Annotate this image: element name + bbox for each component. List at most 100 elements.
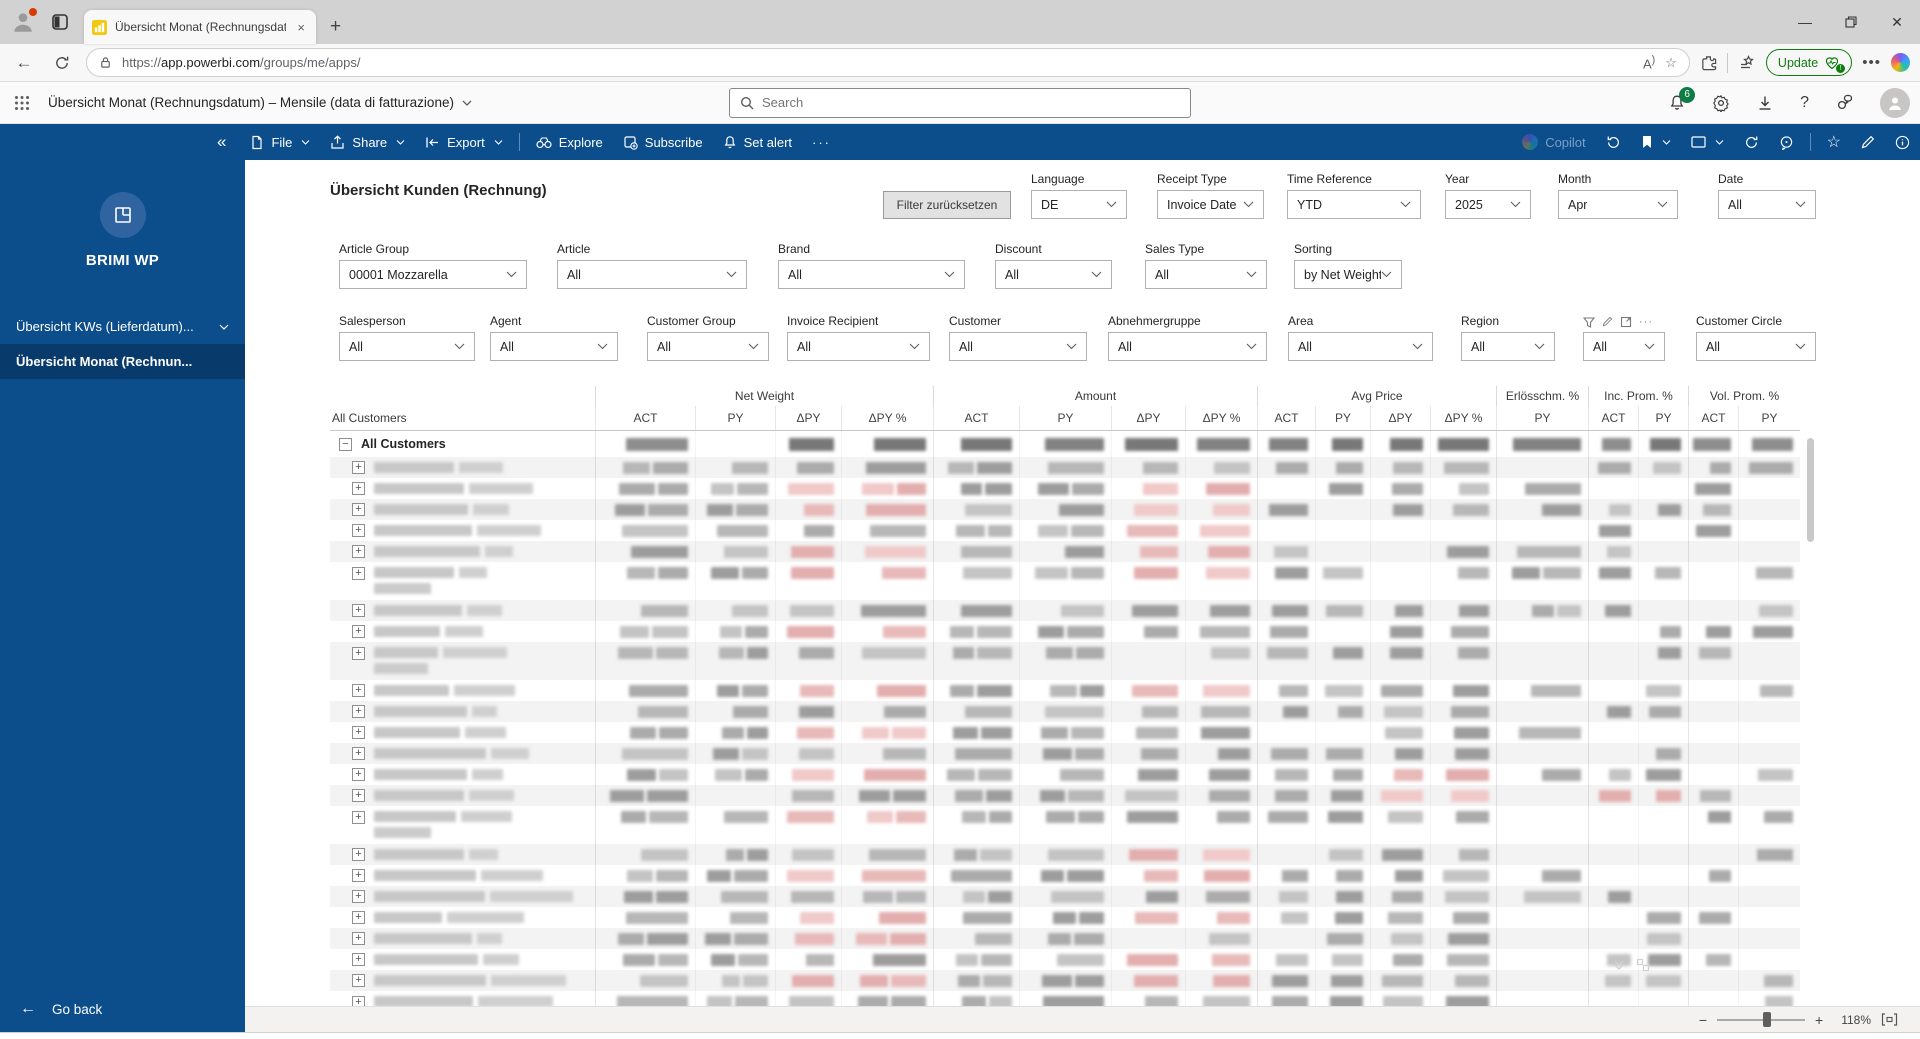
expand-icon[interactable] <box>352 747 365 760</box>
expand-icon[interactable] <box>352 911 365 924</box>
filter-dropdown-customer[interactable]: All <box>949 332 1087 361</box>
table-row[interactable] <box>330 642 1800 680</box>
zoom-slider[interactable] <box>1717 1011 1805 1027</box>
table-row[interactable] <box>330 764 1800 785</box>
expand-icon[interactable] <box>352 647 365 660</box>
extensions-icon[interactable] <box>1700 54 1717 71</box>
expand-icon[interactable] <box>352 953 365 966</box>
feedback-icon[interactable] <box>1835 93 1854 112</box>
filter-dropdown-sorting[interactable]: by Net Weight <box>1294 260 1402 289</box>
column-header-vol-prom-act[interactable]: ACT <box>1688 406 1738 430</box>
filter-dropdown-customer-group[interactable]: All <box>647 332 769 361</box>
filter-dropdown-discount[interactable]: All <box>995 260 1112 289</box>
group-header-erl-sschm[interactable]: Erlösschm. % <box>1496 386 1588 406</box>
table-row[interactable] <box>330 541 1800 562</box>
zoom-slider-handle[interactable] <box>1762 1011 1771 1027</box>
export-menu[interactable]: Export <box>415 124 513 160</box>
address-bar[interactable]: https://app.powerbi.com/groups/me/apps/ … <box>86 48 1690 77</box>
column-header-avg-price-py[interactable]: PY <box>1315 406 1370 430</box>
column-header-avg-price-py[interactable]: ΔPY % <box>1430 406 1496 430</box>
table-row[interactable] <box>330 701 1800 722</box>
app-title[interactable]: Übersicht Monat (Rechnungsdatum) – Mensi… <box>48 95 472 110</box>
go-back-button[interactable]: ← Go back <box>0 986 245 1032</box>
tab-close-icon[interactable]: × <box>294 20 308 35</box>
filter-dropdown-invoice-recipient[interactable]: All <box>787 332 930 361</box>
group-header-net-weight[interactable]: Net Weight <box>595 386 933 406</box>
column-header-net-weight-act[interactable]: ACT <box>595 406 695 430</box>
group-header-avg-price[interactable]: Avg Price <box>1257 386 1496 406</box>
expand-icon[interactable] <box>352 524 365 537</box>
favorite-star-icon[interactable]: ☆ <box>1817 124 1851 160</box>
expand-icon[interactable] <box>352 768 365 781</box>
browser-profile-icon[interactable] <box>10 8 37 35</box>
refresh-icon[interactable] <box>48 49 76 77</box>
help-icon[interactable]: ? <box>1800 94 1809 112</box>
download-icon[interactable] <box>1756 94 1774 112</box>
collections-icon[interactable] <box>1738 54 1756 72</box>
expand-icon[interactable] <box>352 705 365 718</box>
expand-icon[interactable] <box>352 890 365 903</box>
collapse-icon[interactable] <box>339 437 352 451</box>
column-header-amount-py[interactable]: ΔPY % <box>1185 406 1257 430</box>
edit-icon[interactable] <box>1602 316 1613 327</box>
more-options-icon[interactable]: ··· <box>802 124 841 160</box>
column-header-vol-prom-py[interactable]: PY <box>1738 406 1800 430</box>
filter-dropdown-time-reference[interactable]: YTD <box>1287 190 1421 219</box>
filter-dropdown-article[interactable]: All <box>557 260 747 289</box>
table-row[interactable] <box>330 785 1800 806</box>
expand-icon[interactable] <box>352 503 365 516</box>
column-header-net-weight-py[interactable]: PY <box>695 406 775 430</box>
set-alert-button[interactable]: Set alert <box>713 124 802 160</box>
filter-dropdown-month[interactable]: Apr <box>1558 190 1678 219</box>
group-header-inc-prom[interactable]: Inc. Prom. % <box>1588 386 1688 406</box>
waffle-menu-icon[interactable] <box>14 95 30 111</box>
table-row[interactable] <box>330 621 1800 642</box>
window-restore-button[interactable] <box>1828 0 1874 44</box>
filter-dropdown-abnehmergruppe[interactable]: All <box>1108 332 1267 361</box>
lock-icon[interactable] <box>99 56 112 69</box>
notifications-bell-icon[interactable]: 6 <box>1668 86 1696 112</box>
filter-dropdown-receipt-type[interactable]: Invoice Date <box>1157 190 1264 219</box>
matrix-total-row[interactable]: All Customers <box>330 431 1800 457</box>
column-header-inc-prom-py[interactable]: PY <box>1638 406 1688 430</box>
reset-filters-button[interactable]: Filter zurücksetzen <box>883 191 1011 219</box>
copilot-browser-icon[interactable] <box>1891 53 1910 72</box>
table-row[interactable] <box>330 907 1800 928</box>
table-row[interactable] <box>330 478 1800 499</box>
expand-icon[interactable] <box>352 684 365 697</box>
zoom-in-icon[interactable]: + <box>1815 1012 1823 1028</box>
browser-menu-icon[interactable]: ••• <box>1862 54 1881 71</box>
table-row[interactable] <box>330 844 1800 865</box>
expand-icon[interactable] <box>352 932 365 945</box>
filter-dropdown-customer-circle[interactable]: All <box>1696 332 1816 361</box>
collapse-sidebar-icon[interactable]: « <box>203 132 240 152</box>
table-row[interactable] <box>330 865 1800 886</box>
filter-dropdown-slicer[interactable]: All <box>1583 332 1665 361</box>
expand-icon[interactable] <box>352 482 365 495</box>
filter-dropdown-salesperson[interactable]: All <box>339 332 475 361</box>
view-menu[interactable] <box>1681 124 1734 160</box>
expand-icon[interactable] <box>352 974 365 987</box>
filter-dropdown-sales-type[interactable]: All <box>1145 260 1267 289</box>
read-aloud-icon[interactable]: A) <box>1643 54 1655 71</box>
table-row[interactable] <box>330 970 1800 991</box>
group-header-vol-prom[interactable]: Vol. Prom. % <box>1688 386 1800 406</box>
column-header-erl-sschm-py[interactable]: PY <box>1496 406 1588 430</box>
subscribe-button[interactable]: Subscribe <box>613 124 713 160</box>
expand-icon[interactable] <box>352 726 365 739</box>
column-header-avg-price-act[interactable]: ACT <box>1257 406 1315 430</box>
filter-dropdown-area[interactable]: All <box>1288 332 1433 361</box>
filter-funnel-icon[interactable] <box>1583 316 1595 328</box>
more-options-icon[interactable]: ··· <box>1639 316 1653 328</box>
table-row[interactable] <box>330 743 1800 764</box>
workspaces-icon[interactable] <box>50 12 70 32</box>
column-header-avg-price-py[interactable]: ΔPY <box>1370 406 1430 430</box>
expand-icon[interactable] <box>352 567 365 580</box>
table-row[interactable] <box>330 457 1800 478</box>
column-header-amount-py[interactable]: PY <box>1019 406 1111 430</box>
table-row[interactable] <box>330 949 1800 970</box>
explore-button[interactable]: Explore <box>526 124 613 160</box>
filter-dropdown-agent[interactable]: All <box>490 332 618 361</box>
search-input[interactable] <box>762 95 1180 110</box>
focus-mode-icon[interactable] <box>1620 316 1632 328</box>
